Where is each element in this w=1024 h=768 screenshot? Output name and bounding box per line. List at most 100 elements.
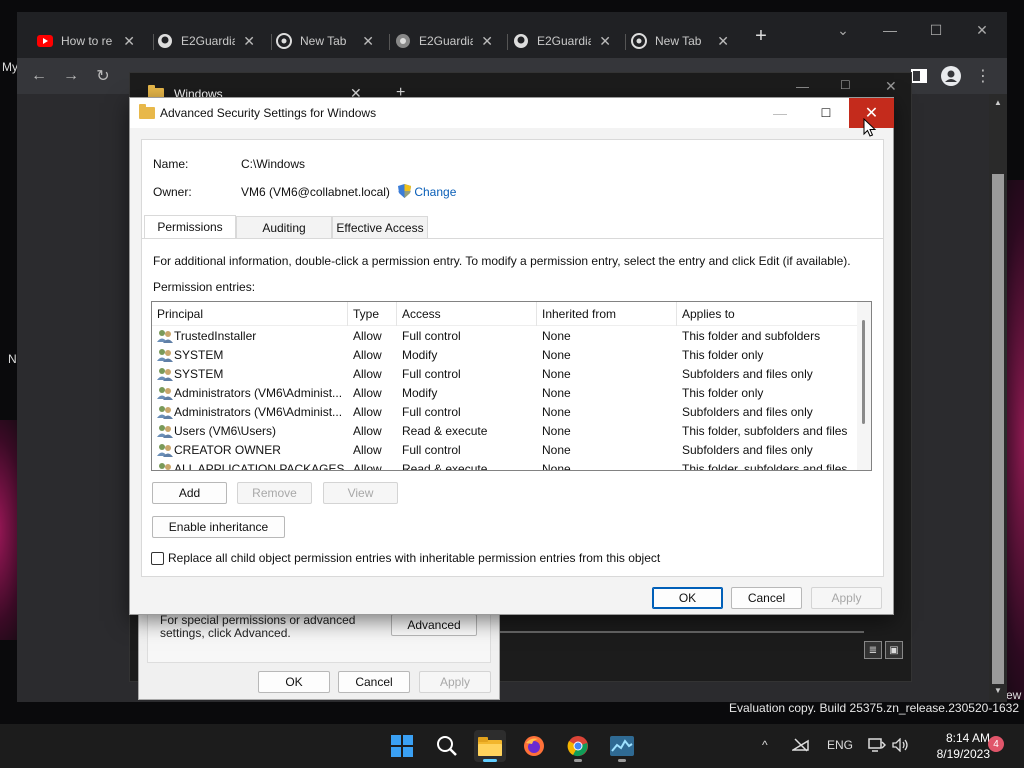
explorer-minimize-icon[interactable]: — xyxy=(796,79,809,94)
cell-access: Read & execute xyxy=(402,424,488,438)
cell-applies: This folder, subfolders and files xyxy=(682,424,848,438)
youtube-icon xyxy=(37,33,53,49)
tray-overflow-icon[interactable]: ^ xyxy=(762,738,768,752)
desktop-icon-label[interactable]: N xyxy=(8,352,17,366)
cell-principal: TrustedInstaller xyxy=(174,329,257,343)
cell-type: Allow xyxy=(353,386,382,400)
uac-shield-icon xyxy=(398,184,411,198)
tab-close-icon[interactable]: ✕ xyxy=(717,33,729,50)
chrome-taskbar-button[interactable] xyxy=(562,730,594,762)
column-access[interactable]: Access xyxy=(397,302,537,326)
browser-maximize-icon[interactable]: ☐ xyxy=(913,16,959,44)
forward-icon[interactable]: → xyxy=(59,64,83,88)
browser-tab[interactable]: How to re ✕ xyxy=(27,24,145,58)
list-scrollbar[interactable] xyxy=(857,302,871,470)
permission-entries-list[interactable]: Principal Type Access Inherited from App… xyxy=(151,301,872,471)
apply-button[interactable]: Apply xyxy=(811,587,882,609)
explorer-close-icon[interactable]: ✕ xyxy=(885,78,897,95)
start-button[interactable] xyxy=(386,730,418,762)
cell-type: Allow xyxy=(353,443,382,457)
list-scrollbar-thumb[interactable] xyxy=(862,320,865,424)
tab-title: E2Guardia xyxy=(181,34,236,48)
tab-close-icon[interactable]: ✕ xyxy=(362,33,374,50)
browser-tab[interactable]: E2Guardia ✕ xyxy=(503,24,621,58)
scroll-up-icon[interactable]: ▲ xyxy=(992,98,1004,110)
cell-principal: SYSTEM xyxy=(174,367,224,381)
tab-auditing[interactable]: Auditing xyxy=(236,216,332,238)
explorer-maximize-icon[interactable]: ☐ xyxy=(840,78,851,92)
props-cancel-button[interactable]: Cancel xyxy=(338,671,410,693)
change-owner-link[interactable]: Change xyxy=(398,184,456,199)
tab-close-icon[interactable]: ✕ xyxy=(599,33,611,50)
table-row[interactable]: ALL APPLICATION PACKAGES Allow Read & exec… xyxy=(152,460,857,470)
column-applies[interactable]: Applies to xyxy=(677,302,857,326)
system-clock[interactable]: 8:14 AM 8/19/2023 xyxy=(920,730,990,762)
cell-access: Full control xyxy=(402,405,461,419)
browser-tab[interactable]: New Tab ✕ xyxy=(266,24,384,58)
browser-tab[interactable]: E2Guardia ✕ xyxy=(385,24,503,58)
column-type[interactable]: Type xyxy=(348,302,397,326)
minimize-icon[interactable]: — xyxy=(766,102,794,124)
tab-close-icon[interactable]: ✕ xyxy=(481,33,493,50)
table-row[interactable]: Administrators (VM6\Administ... Allow Full… xyxy=(152,403,857,422)
table-row[interactable]: Administrators (VM6\Administ... Allow Modi… xyxy=(152,384,857,403)
change-link-text[interactable]: Change xyxy=(414,185,456,199)
tiles-view-icon[interactable]: ▣ xyxy=(885,641,903,659)
cell-principal: SYSTEM xyxy=(174,348,224,362)
table-row[interactable]: TrustedInstaller Allow Full control None Thi… xyxy=(152,327,857,346)
tab-close-icon[interactable]: ✕ xyxy=(243,33,255,50)
enable-inheritance-button[interactable]: Enable inheritance xyxy=(152,516,285,538)
maximize-icon[interactable]: ☐ xyxy=(812,102,840,124)
file-explorer-taskbar-button[interactable] xyxy=(474,730,506,762)
column-principal[interactable]: Principal xyxy=(152,302,348,326)
dialog-titlebar[interactable]: Advanced Security Settings for Windows —… xyxy=(130,98,894,128)
volume-icon[interactable] xyxy=(892,737,910,755)
browser-menu-icon[interactable]: ⋮ xyxy=(971,64,995,88)
cell-principal: Administrators (VM6\Administ... xyxy=(174,386,343,400)
search-button[interactable] xyxy=(431,730,463,762)
advanced-button[interactable]: Advanced xyxy=(391,614,477,636)
props-apply-button[interactable]: Apply xyxy=(419,671,491,693)
task-manager-taskbar-button[interactable] xyxy=(606,730,638,762)
browser-tab[interactable]: New Tab ✕ xyxy=(621,24,739,58)
github-icon xyxy=(157,33,173,49)
tab-permissions[interactable]: Permissions xyxy=(144,215,236,238)
name-value[interactable]: C:\Windows xyxy=(241,157,305,171)
ok-button[interactable]: OK xyxy=(652,587,723,609)
notification-badge[interactable]: 4 xyxy=(988,736,1004,752)
network-offline-icon[interactable] xyxy=(790,738,810,755)
table-row[interactable]: Users (VM6\Users) Allow Read & execute None… xyxy=(152,422,857,441)
desktop-icon-label[interactable]: ew xyxy=(1006,688,1021,702)
remove-button[interactable]: Remove xyxy=(237,482,312,504)
profile-icon[interactable] xyxy=(939,64,963,88)
browser-close-icon[interactable]: ✕ xyxy=(959,16,1005,44)
new-tab-button[interactable]: + xyxy=(749,24,773,48)
back-icon[interactable]: ← xyxy=(27,64,51,88)
reload-icon[interactable]: ↻ xyxy=(91,64,115,88)
cancel-button[interactable]: Cancel xyxy=(731,587,802,609)
table-row[interactable]: SYSTEM Allow Modify None This folder only xyxy=(152,346,857,365)
tab-close-icon[interactable]: ✕ xyxy=(123,33,135,50)
add-button[interactable]: Add xyxy=(152,482,227,504)
language-indicator[interactable]: ENG xyxy=(827,738,853,752)
props-ok-button[interactable]: OK xyxy=(258,671,330,693)
table-row[interactable]: SYSTEM Allow Full control None Subfolders an… xyxy=(152,365,857,384)
browser-minimize-icon[interactable]: — xyxy=(867,16,913,44)
evaluation-watermark: Evaluation copy. Build 25375.zn_release.… xyxy=(729,701,1019,715)
tab-search-icon[interactable]: ⌄ xyxy=(820,16,866,44)
replace-child-label[interactable]: Replace all child object permission entr… xyxy=(168,551,660,565)
browser-tab[interactable]: E2Guardia ✕ xyxy=(147,24,265,58)
details-view-icon[interactable]: ≣ xyxy=(864,641,882,659)
replace-child-checkbox[interactable] xyxy=(151,552,164,565)
tab-effective-access[interactable]: Effective Access xyxy=(332,216,428,238)
page-scrollbar[interactable]: ▲ ▼ xyxy=(989,94,1007,702)
network-icon[interactable] xyxy=(868,738,887,755)
view-button[interactable]: View xyxy=(323,482,398,504)
table-row[interactable]: CREATOR OWNER Allow Full control None Subfol… xyxy=(152,441,857,460)
view-toggle: ≣ ▣ xyxy=(864,641,903,659)
firefox-taskbar-button[interactable] xyxy=(518,730,550,762)
scroll-down-icon[interactable]: ▼ xyxy=(992,686,1004,698)
scrollbar-thumb[interactable] xyxy=(992,174,1004,684)
desktop-icon-label[interactable]: My xyxy=(2,60,18,74)
column-inherited[interactable]: Inherited from xyxy=(537,302,677,326)
